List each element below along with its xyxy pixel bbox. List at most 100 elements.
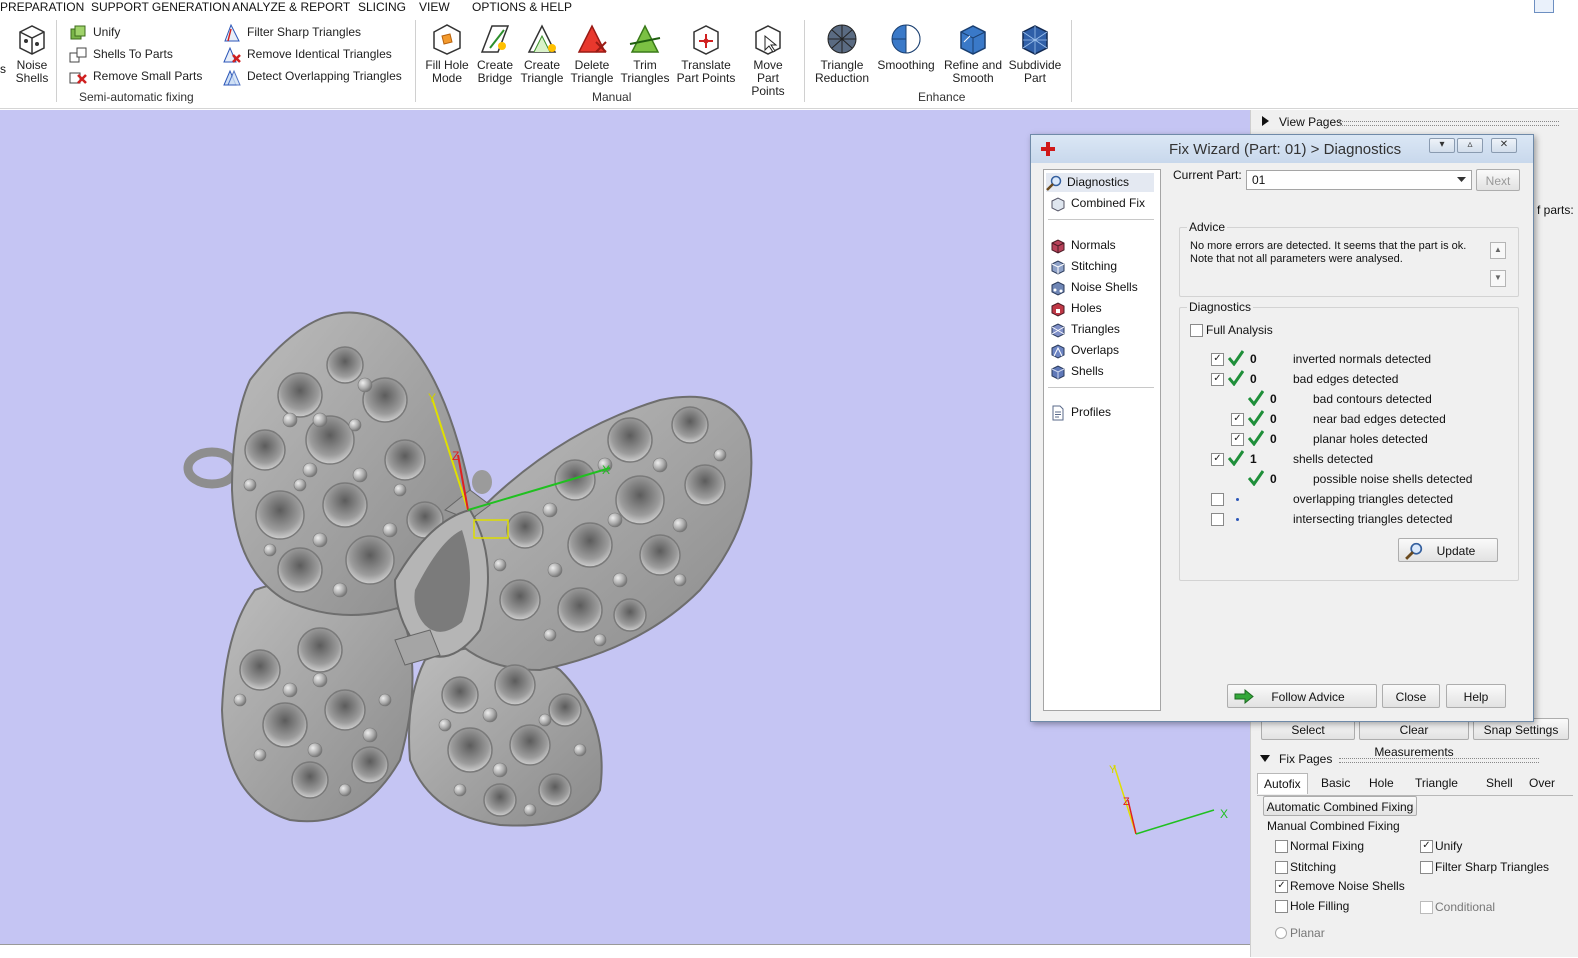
menu-support-generation[interactable]: SUPPORT GENERATION	[91, 0, 230, 14]
remove-identical-triangles-button[interactable]: Remove Identical Triangles	[222, 45, 392, 65]
magnifier-icon	[1046, 175, 1062, 191]
svg-text:X: X	[1220, 807, 1228, 821]
menu-preparation[interactable]: PREPARATION	[0, 0, 84, 14]
tab-autofix[interactable]: Autofix	[1257, 773, 1308, 794]
tab-basic[interactable]: Basic	[1315, 773, 1356, 793]
refine-and-smooth-button[interactable]: Refine and Smooth	[942, 22, 1004, 85]
advice-label: Advice	[1187, 220, 1228, 234]
close-button[interactable]: Close	[1382, 684, 1440, 708]
nav-item-noise-shells[interactable]: Noise Shells	[1050, 278, 1138, 297]
view-pages-header[interactable]: View Pages	[1279, 115, 1342, 129]
menu-options-help[interactable]: OPTIONS & HELP	[472, 0, 572, 14]
close-icon[interactable]: ✕	[1491, 138, 1517, 153]
help-button[interactable]: Help	[1446, 684, 1506, 708]
nav-item-shells[interactable]: Shells	[1050, 362, 1104, 381]
unify-button[interactable]: Unify	[68, 23, 120, 43]
dialog-title-bar[interactable]: Fix Wizard (Part: 01) > Diagnostics ▾ ▵ …	[1031, 135, 1533, 163]
unify-icon	[70, 25, 86, 40]
delete-triangle-button[interactable]: Delete Triangle	[570, 22, 614, 85]
remove-small-parts-button[interactable]: Remove Small Parts	[68, 67, 202, 87]
noise-shells-icon	[19, 25, 45, 55]
window-restore-icon[interactable]	[1534, 0, 1554, 13]
planar-holes-checkbox[interactable]: ✓	[1231, 433, 1244, 446]
nav-item-diagnostics[interactable]: Diagnostics	[1046, 173, 1154, 192]
trim-triangles-button[interactable]: Trim Triangles	[620, 22, 670, 85]
nav-label: Holes	[1071, 301, 1102, 315]
shells-to-parts-button[interactable]: Shells To Parts	[68, 45, 173, 65]
tab-triangle[interactable]: Triangle	[1409, 773, 1464, 793]
nav-item-overlaps[interactable]: Overlaps	[1050, 341, 1119, 360]
nav-item-triangles[interactable]: Triangles	[1050, 320, 1120, 339]
collapse-arrow-icon[interactable]	[1259, 754, 1271, 764]
nav-item-stitching[interactable]: Stitching	[1050, 257, 1117, 276]
create-triangle-button[interactable]: Create Triangle	[520, 22, 564, 85]
planar-holes-label: planar holes detected	[1313, 432, 1428, 446]
tab-hole[interactable]: Hole	[1363, 773, 1400, 793]
translate-part-points-button[interactable]: Translate Part Points	[676, 22, 736, 85]
nav-item-combined-fix[interactable]: Combined Fix	[1050, 194, 1145, 213]
filter-sharp-triangles-button[interactable]: Filter Sharp Triangles	[222, 23, 361, 43]
menu-bar: PREPARATION SUPPORT GENERATION ANALYZE &…	[0, 0, 1578, 16]
shells-label: shells detected	[1293, 452, 1374, 466]
intersecting-triangles-checkbox[interactable]	[1211, 513, 1224, 526]
move-part-points-button[interactable]: Move Part Points	[741, 22, 795, 98]
planar-radio[interactable]	[1275, 927, 1287, 939]
smoothing-button[interactable]: Smoothing	[876, 22, 936, 72]
bad-edges-checkbox[interactable]: ✓	[1211, 373, 1224, 386]
filter-sharp-triangles-checkbox[interactable]	[1420, 861, 1433, 874]
overlapping-triangles-label: overlapping triangles detected	[1293, 492, 1454, 506]
normal-fixing-checkbox[interactable]	[1275, 840, 1288, 853]
nav-item-normals[interactable]: Normals	[1050, 236, 1116, 255]
create-triangle-label: Create Triangle	[520, 58, 564, 85]
maximize-icon[interactable]: ▵	[1457, 138, 1483, 153]
translate-points-icon	[693, 25, 719, 55]
shells-checkbox[interactable]: ✓	[1211, 453, 1224, 466]
manual-combined-fixing-label: Manual Combined Fixing	[1267, 819, 1400, 833]
expand-arrow-icon[interactable]	[1261, 115, 1271, 127]
partial-button-label[interactable]: s	[0, 62, 6, 76]
update-button[interactable]: Update	[1398, 538, 1498, 562]
inverted-normals-checkbox[interactable]: ✓	[1211, 353, 1224, 366]
menu-analyze-report[interactable]: ANALYZE & REPORT	[232, 0, 350, 14]
stitching-cube-icon	[1051, 260, 1065, 275]
subdivide-part-button[interactable]: Subdivide Part	[1008, 22, 1062, 85]
current-part-select[interactable]: 01	[1246, 170, 1472, 190]
menu-slicing[interactable]: SLICING	[358, 0, 406, 14]
remove-noise-shells-checkbox[interactable]: ✓	[1275, 880, 1288, 893]
nav-item-profiles[interactable]: Profiles	[1050, 403, 1111, 422]
detect-overlapping-triangles-icon	[223, 69, 241, 86]
detect-overlapping-triangles-button[interactable]: Detect Overlapping Triangles	[222, 67, 402, 87]
nav-item-holes[interactable]: Holes	[1050, 299, 1102, 318]
green-check-icon	[1248, 430, 1264, 446]
hole-filling-checkbox[interactable]	[1275, 900, 1288, 913]
planar-holes-count: 0	[1270, 432, 1277, 446]
automatic-combined-fixing-button[interactable]: Automatic Combined Fixing	[1263, 796, 1417, 816]
create-bridge-button[interactable]: Create Bridge	[474, 22, 516, 85]
smoothing-icon	[891, 24, 921, 54]
scroll-down-icon[interactable]: ▼	[1490, 270, 1506, 287]
refine-and-smooth-label: Refine and Smooth	[943, 58, 1003, 85]
menu-view[interactable]: VIEW	[419, 0, 450, 14]
noise-shells-button[interactable]: Noise Shells	[14, 22, 50, 85]
overlapping-triangles-checkbox[interactable]	[1211, 493, 1224, 506]
next-button[interactable]: Next	[1476, 169, 1520, 191]
wizard-nav-list: Diagnostics Combined Fix Normals Stitchi…	[1043, 169, 1161, 711]
full-analysis-checkbox[interactable]	[1190, 324, 1203, 337]
fix-pages-header[interactable]: Fix Pages	[1279, 752, 1332, 766]
unify-checkbox[interactable]: ✓	[1420, 840, 1433, 853]
near-bad-edges-checkbox[interactable]: ✓	[1231, 413, 1244, 426]
green-check-icon	[1248, 410, 1264, 426]
tab-shell[interactable]: Shell	[1480, 773, 1519, 793]
collapse-icon[interactable]: ▾	[1429, 138, 1455, 153]
normals-cube-icon	[1051, 239, 1065, 254]
scroll-up-icon[interactable]: ▲	[1490, 242, 1506, 259]
fill-hole-mode-button[interactable]: Fill Hole Mode	[423, 22, 471, 85]
bad-contours-label: bad contours detected	[1313, 392, 1432, 406]
follow-advice-button[interactable]: Follow Advice	[1227, 684, 1377, 708]
stitching-checkbox[interactable]	[1275, 861, 1288, 874]
create-bridge-label: Create Bridge	[476, 58, 514, 85]
semi-automatic-group-label: Semi-automatic fixing	[79, 90, 194, 104]
tab-overlaps[interactable]: Over	[1523, 773, 1561, 793]
conditional-checkbox[interactable]	[1420, 901, 1433, 914]
triangle-reduction-button[interactable]: Triangle Reduction	[812, 22, 872, 85]
